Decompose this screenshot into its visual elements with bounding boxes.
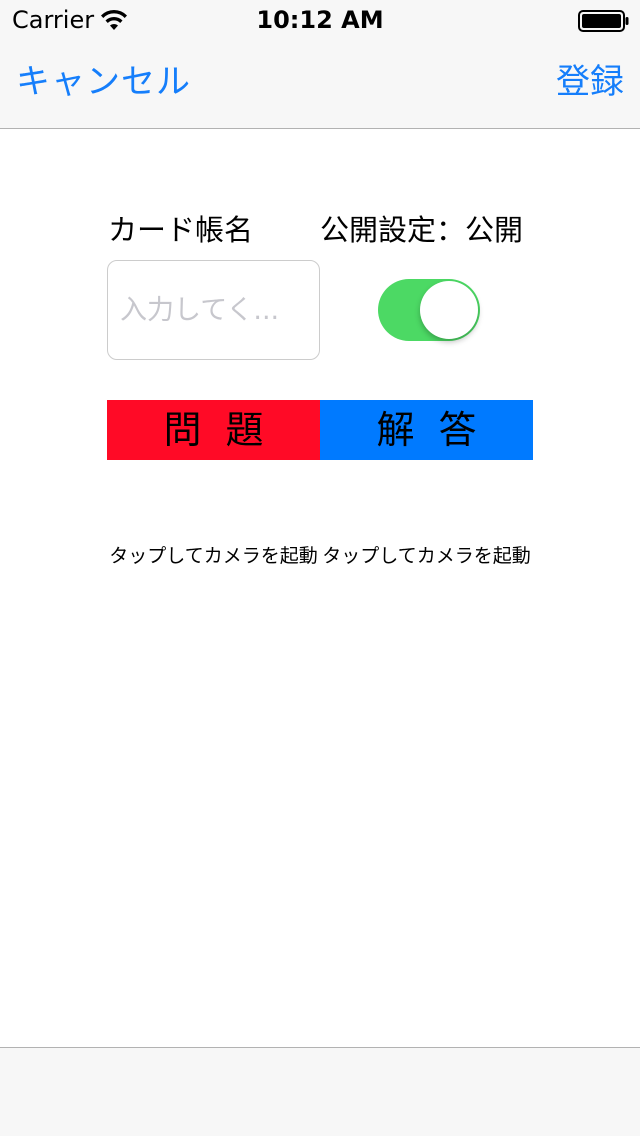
bottom-toolbar	[0, 1047, 640, 1136]
toggle-knob	[420, 281, 478, 339]
register-button[interactable]: 登録	[556, 60, 624, 104]
public-toggle[interactable]	[378, 279, 480, 341]
tab-answer[interactable]: 解答	[320, 400, 533, 460]
cancel-button[interactable]: キャンセル	[16, 60, 191, 104]
answer-camera-hint[interactable]: タップしてカメラを起動	[320, 545, 533, 568]
navigation-bar: キャンセル 登録	[0, 40, 640, 129]
cardbook-name-label: カード帳名	[108, 213, 254, 247]
public-setting-label: 公開設定：公開	[320, 213, 524, 247]
status-bar: Carrier 10:12 AM	[0, 0, 640, 40]
battery-full-icon	[578, 10, 629, 32]
status-time: 10:12 AM	[256, 6, 384, 34]
cardbook-name-input[interactable]	[107, 260, 320, 360]
tab-question[interactable]: 問題	[107, 400, 320, 460]
question-camera-hint[interactable]: タップしてカメラを起動	[107, 545, 320, 568]
screen: Carrier 10:12 AM キャンセル 登録 カード帳名 公開設定：公開 …	[0, 0, 640, 1136]
